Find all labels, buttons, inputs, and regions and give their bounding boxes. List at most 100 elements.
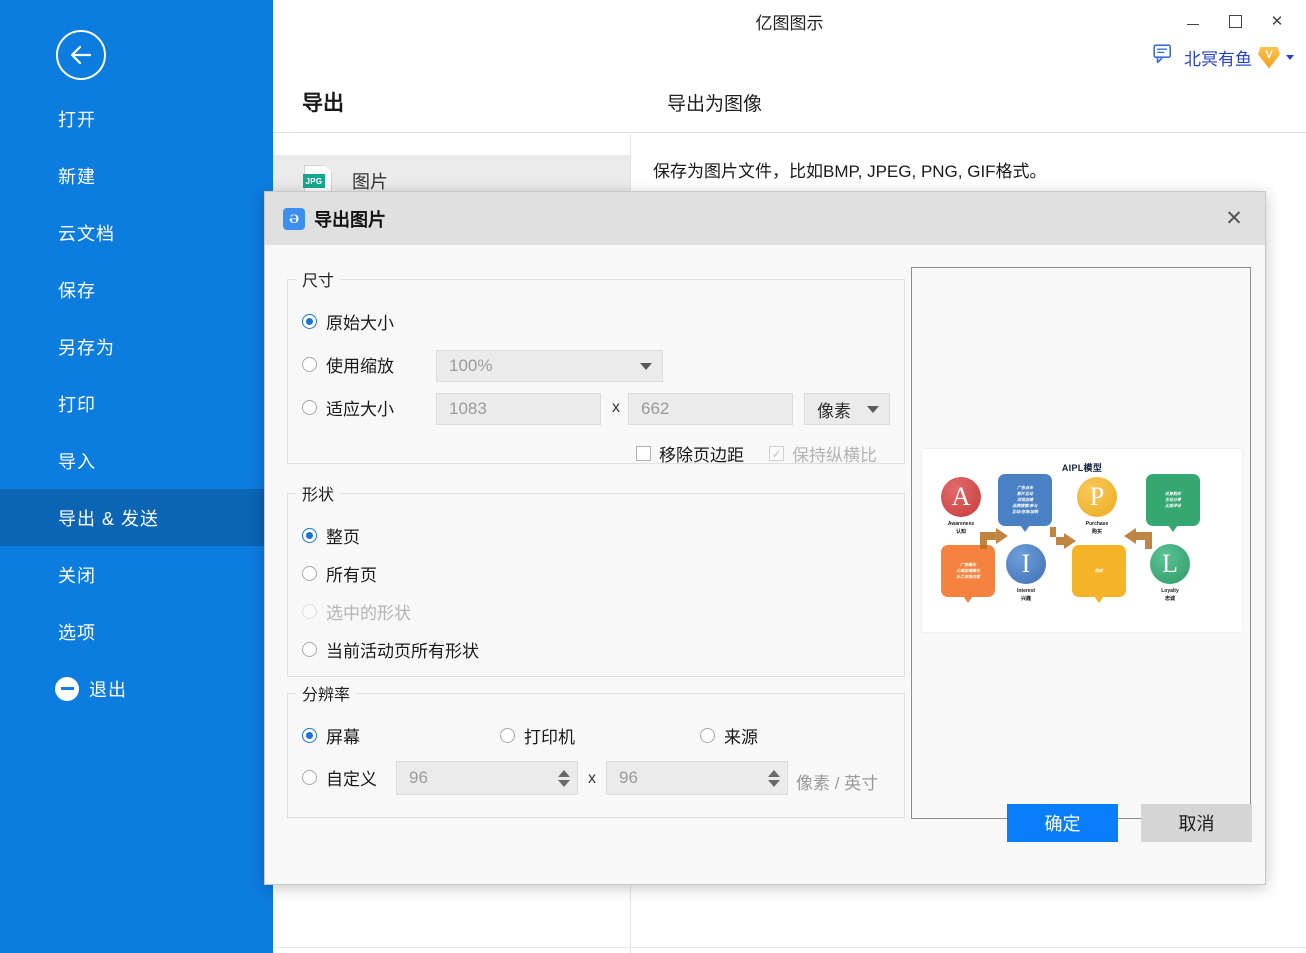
custom-dpi-y-value: 96 xyxy=(619,768,638,787)
chevron-down-icon[interactable] xyxy=(1286,55,1294,60)
account-menu[interactable]: 北冥有鱼 V xyxy=(1153,44,1294,71)
node-awareness: A xyxy=(941,477,981,517)
sidebar-item-label: 选项 xyxy=(58,622,96,643)
radio-selected-shapes xyxy=(302,604,317,619)
node-loyalty-en: Loyalty xyxy=(1161,588,1179,594)
back-button[interactable] xyxy=(56,30,106,80)
export-preview-panel: AIPL模型 A Awareness 认知 广告点击 影片互动 浏览店铺 品牌搜索/参… xyxy=(911,267,1251,819)
app-logo-icon: Ə xyxy=(283,207,305,230)
sidebar-item-label: 保存 xyxy=(58,280,96,301)
confirm-button[interactable]: 确定 xyxy=(1007,804,1118,842)
radio-active-page-shapes[interactable] xyxy=(302,642,317,657)
radio-original-size[interactable] xyxy=(302,314,317,329)
remove-margin-row[interactable]: 移除页边距 xyxy=(636,441,744,466)
shape-option-all-pages[interactable]: 所有页 xyxy=(302,561,377,586)
sidebar-item-new[interactable]: 新建 xyxy=(0,147,273,204)
stepper-down-icon[interactable] xyxy=(768,779,780,787)
check-icon: ✓ xyxy=(771,446,782,461)
radio-custom-dpi[interactable] xyxy=(302,770,317,785)
scale-select[interactable]: 100% xyxy=(436,350,663,382)
sidebar-item-print[interactable]: 打印 xyxy=(0,375,273,432)
node-interest-letter: I xyxy=(1021,549,1031,578)
node-interest-cn: 兴趣 xyxy=(1020,595,1031,602)
stage-header: 导出 导出为图像 xyxy=(273,76,1306,133)
node-awareness-cn: 认知 xyxy=(955,528,966,535)
radio-screen[interactable] xyxy=(302,728,317,743)
radio-fit-size[interactable] xyxy=(302,400,317,415)
node-loyalty-cn: 忠诚 xyxy=(1164,595,1175,602)
fit-height-input[interactable]: 662 xyxy=(628,393,793,425)
bubble-loyalty: 反复购买 主动分享 正面评论 xyxy=(1146,474,1200,532)
sidebar-item-save-as[interactable]: 另存为 xyxy=(0,318,273,375)
bubble-interest: 广告点击 影片互动 浏览店铺 品牌搜索/参与 互动/咨询/加购 xyxy=(998,474,1052,532)
resolution-option-custom[interactable]: 自定义 xyxy=(302,765,377,790)
export-description: 保存为图片文件，比如BMP, JPEG, PNG, GIF格式。 xyxy=(653,162,1047,181)
sidebar-item-label: 退出 xyxy=(89,679,127,700)
size-scale-row[interactable]: 使用缩放 xyxy=(302,352,394,377)
radio-source[interactable] xyxy=(700,728,715,743)
stepper-down-icon[interactable] xyxy=(558,779,570,787)
arrow-p-to-l-icon xyxy=(1124,528,1152,549)
size-original-row[interactable]: 原始大小 xyxy=(302,309,394,334)
radio-screen-label: 屏幕 xyxy=(326,728,360,747)
shape-option-active-page-shapes[interactable]: 当前活动页所有形状 xyxy=(302,637,479,662)
checkbox-remove-margin-label: 移除页边距 xyxy=(659,446,744,465)
sidebar-item-label: 新建 xyxy=(58,166,96,187)
stepper-up-icon[interactable] xyxy=(558,769,570,777)
node-loyalty-letter: L xyxy=(1162,549,1178,578)
size-unit-select[interactable]: 像素 xyxy=(804,393,890,425)
radio-active-page-shapes-label: 当前活动页所有形状 xyxy=(326,642,479,661)
node-interest-en: Interest xyxy=(1016,588,1036,594)
chevron-down-icon xyxy=(640,362,652,370)
node-interest-caption: Interest 兴趣 xyxy=(996,588,1056,603)
size-fit-row[interactable]: 适应大小 xyxy=(302,395,394,420)
preview-diagram: AIPL模型 A Awareness 认知 广告点击 影片互动 浏览店铺 品牌搜索/参… xyxy=(922,449,1242,632)
sidebar-item-cloud[interactable]: 云文档 xyxy=(0,204,273,261)
checkbox-remove-margin[interactable] xyxy=(636,446,651,461)
sidebar-item-options[interactable]: 选项 xyxy=(0,603,273,660)
fit-width-input[interactable]: 1083 xyxy=(436,393,601,425)
sidebar-item-label: 关闭 xyxy=(58,565,96,586)
maximize-icon xyxy=(1228,14,1242,28)
dialog-footer: 确定 取消 xyxy=(265,788,1265,884)
sidebar-item-save[interactable]: 保存 xyxy=(0,261,273,318)
sidebar-item-export-send[interactable]: 导出 & 发送 xyxy=(0,489,273,546)
arrow-i-to-p-icon xyxy=(1050,527,1076,549)
radio-selected-shapes-label: 选中的形状 xyxy=(326,604,411,623)
sidebar-item-open[interactable]: 打开 xyxy=(0,90,273,147)
cancel-button[interactable]: 取消 xyxy=(1141,804,1252,842)
stepper-up-icon[interactable] xyxy=(768,769,780,777)
bubble-loyalty-text: 反复购买 主动分享 正面评论 xyxy=(1165,491,1181,508)
radio-original-size-label: 原始大小 xyxy=(326,314,394,333)
sidebar-item-label: 打开 xyxy=(58,109,96,130)
shape-group-legend: 形状 xyxy=(302,487,335,504)
maximize-button[interactable] xyxy=(1214,6,1256,36)
dialog-close-button[interactable]: ✕ xyxy=(1219,204,1249,232)
message-icon[interactable] xyxy=(1153,44,1178,71)
minimize-button[interactable] xyxy=(1172,6,1214,36)
resolution-option-source[interactable]: 来源 xyxy=(700,723,758,748)
radio-all-pages-label: 所有页 xyxy=(326,566,377,585)
shape-option-whole-page[interactable]: 整页 xyxy=(302,523,360,548)
radio-printer[interactable] xyxy=(500,728,515,743)
close-button[interactable]: ✕ xyxy=(1256,6,1298,36)
shape-option-selected-shapes: 选中的形状 xyxy=(302,599,411,624)
sidebar-item-import[interactable]: 导入 xyxy=(0,432,273,489)
sidebar-item-exit[interactable]: 退出 xyxy=(0,660,273,717)
preview-diagram-title: AIPL模型 xyxy=(1061,463,1103,473)
resolution-option-printer[interactable]: 打印机 xyxy=(500,723,575,748)
size-group: 尺寸 原始大小 使用缩放 100% 适应大小 1083 x 662 像素 移除页… xyxy=(287,267,905,466)
node-awareness-letter: A xyxy=(951,482,971,511)
minimize-icon xyxy=(1187,24,1199,25)
backstage-sidebar: 打开 新建 云文档 保存 另存为 打印 导入 导出 & 发送 关闭 选项 退出 xyxy=(0,0,273,953)
resolution-option-screen[interactable]: 屏幕 xyxy=(302,723,360,748)
radio-use-scale[interactable] xyxy=(302,357,317,372)
stage-divider xyxy=(273,947,1306,948)
sidebar-item-close[interactable]: 关闭 xyxy=(0,546,273,603)
jpg-file-icon-label: JPG xyxy=(303,174,325,188)
radio-all-pages[interactable] xyxy=(302,566,317,581)
radio-source-label: 来源 xyxy=(724,728,758,747)
account-name: 北冥有鱼 xyxy=(1184,50,1252,69)
radio-whole-page[interactable] xyxy=(302,528,317,543)
radio-whole-page-label: 整页 xyxy=(326,528,360,547)
